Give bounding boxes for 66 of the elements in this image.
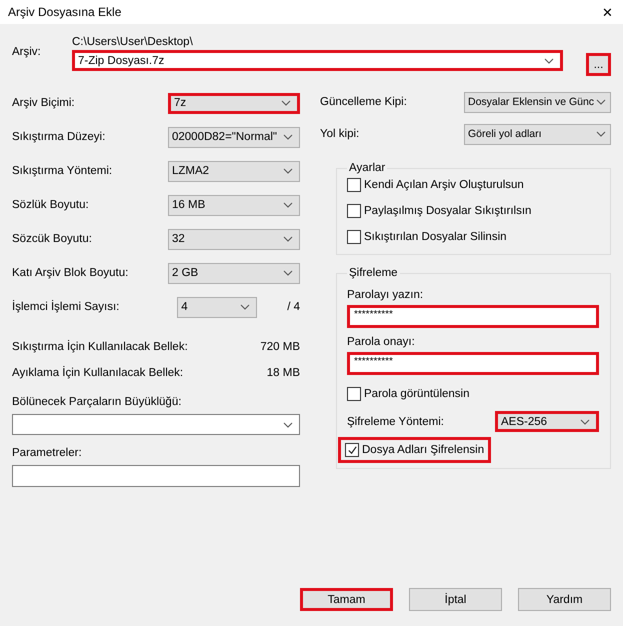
memory-value: 720 MB <box>260 341 300 353</box>
password-field[interactable]: ********** <box>347 352 599 375</box>
checkbox-option[interactable]: Sıkıştırılan Dosyalar Silinsin <box>347 228 507 246</box>
dialog-button[interactable]: İptal <box>409 588 502 611</box>
field-label: Parametreler: <box>12 447 83 459</box>
dialog-button[interactable]: Tamam <box>300 588 393 611</box>
path-text: C:\Users\User\Desktop\ <box>72 36 194 48</box>
dropdown[interactable]: LZMA2 <box>168 160 300 182</box>
close-button[interactable]: ✕ <box>602 4 615 20</box>
chevron-down-icon <box>240 304 250 310</box>
chevron-down-icon <box>544 58 554 64</box>
dropdown[interactable]: 32 <box>168 228 300 250</box>
memory-label: Sıkıştırma İçin Kullanılacak Bellek: <box>12 341 188 353</box>
password-field[interactable]: ********** <box>347 305 599 328</box>
checkbox[interactable] <box>347 204 361 218</box>
archive-combo[interactable]: 7-Zip Dosyası.7z <box>72 50 563 71</box>
dropdown[interactable]: 16 MB <box>168 194 300 216</box>
dropdown[interactable]: 4 <box>177 296 258 318</box>
dropdown[interactable]: 2 GB <box>168 262 300 284</box>
field-label: Yol kipi: <box>320 128 360 140</box>
split-size-dropdown[interactable] <box>12 414 300 435</box>
memory-value: 18 MB <box>266 367 300 379</box>
group-title: Ayarlar <box>348 162 386 174</box>
field-label: Katı Arşiv Blok Boyutu: <box>12 267 128 279</box>
field-label: Sıkıştırma Yöntemi: <box>12 165 112 177</box>
checkbox[interactable] <box>347 230 361 244</box>
chevron-down-icon <box>283 134 293 140</box>
dropdown[interactable]: AES-256 <box>495 411 599 432</box>
chevron-down-icon <box>596 99 606 105</box>
group-title: Şifreleme <box>348 267 399 279</box>
field-label: Parolayı yazın: <box>347 289 424 301</box>
checkbox-option[interactable]: Dosya Adları Şifrelensin <box>341 440 488 460</box>
browse-button[interactable]: ... <box>586 53 611 76</box>
dialog-button[interactable]: Yardım <box>518 588 611 611</box>
field-label: Sıkıştırma Düzeyi: <box>12 131 106 143</box>
field-label: Şifreleme Yöntemi: <box>347 416 444 428</box>
window-title: Arşiv Dosyasına Ekle <box>8 5 122 19</box>
thread-total: / 4 <box>287 301 300 313</box>
dropdown[interactable]: 02000D82="Normal" <box>168 126 300 148</box>
dropdown[interactable]: 7z <box>168 92 300 114</box>
field-label: İşlemci İşlemi Sayısı: <box>12 301 120 313</box>
chevron-down-icon <box>580 418 590 424</box>
field-label: Arşiv: <box>12 46 42 58</box>
dropdown[interactable]: Dosyalar Eklensin ve Günc <box>464 92 611 112</box>
checkbox-option[interactable]: Parola görüntülensin <box>347 385 470 403</box>
field-label: Sözcük Boyutu: <box>12 233 92 245</box>
chevron-down-icon <box>281 100 291 106</box>
chevron-down-icon <box>283 202 293 208</box>
dropdown[interactable]: Göreli yol adları <box>464 124 611 144</box>
chevron-down-icon <box>283 422 293 428</box>
checkbox-option[interactable]: Kendi Açılan Arşiv Oluşturulsun <box>347 176 524 194</box>
chevron-down-icon <box>283 168 293 174</box>
field-label: Sözlük Boyutu: <box>12 199 89 211</box>
chevron-down-icon <box>283 236 293 242</box>
chevron-down-icon <box>283 270 293 276</box>
checkbox[interactable] <box>345 443 359 457</box>
parameters-field[interactable] <box>12 465 300 487</box>
field-label: Bölünecek Parçaların Büyüklüğü: <box>12 396 182 408</box>
checkbox-option[interactable]: Paylaşılmış Dosyalar Sıkıştırılsın <box>347 202 532 220</box>
checkbox[interactable] <box>347 178 361 192</box>
chevron-down-icon <box>596 131 606 137</box>
field-label: Arşiv Biçimi: <box>12 97 75 109</box>
checkbox[interactable] <box>347 387 361 401</box>
memory-label: Ayıklama İçin Kullanılacak Bellek: <box>12 367 184 379</box>
field-label: Güncelleme Kipi: <box>320 96 407 108</box>
field-label: Parola onayı: <box>347 336 416 348</box>
